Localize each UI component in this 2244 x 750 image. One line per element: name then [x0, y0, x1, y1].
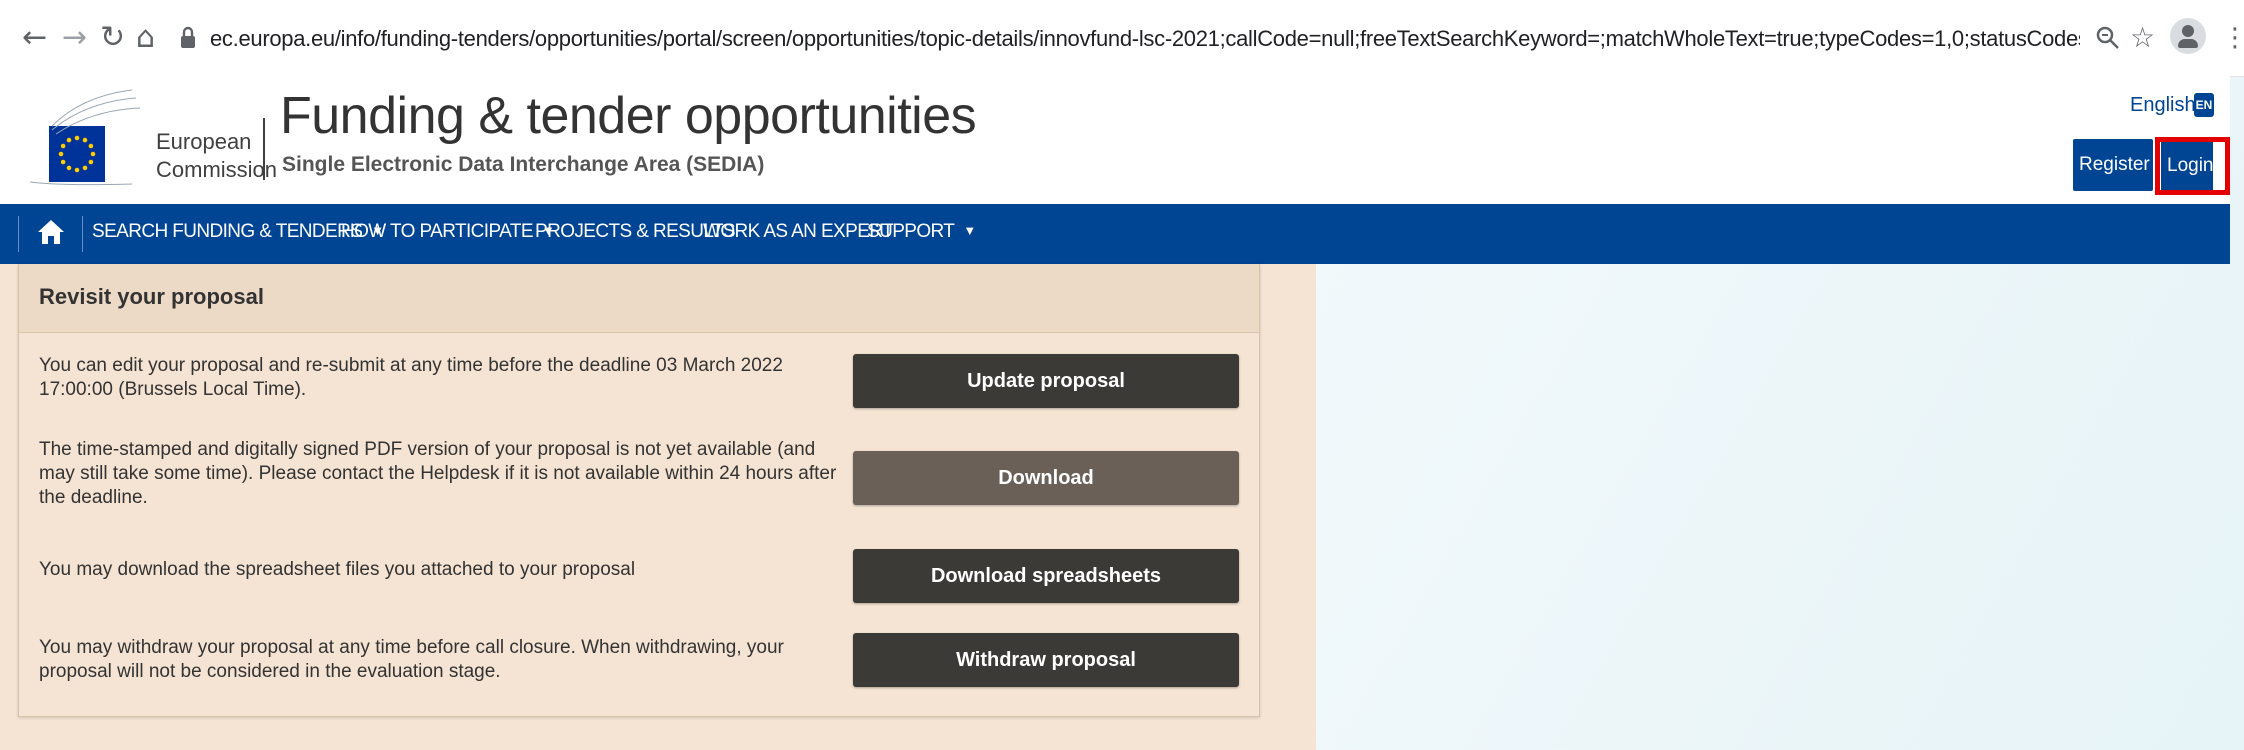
home-icon[interactable]: [36, 218, 66, 246]
nav-item-label: SEARCH FUNDING & TENDERS: [92, 221, 363, 242]
nav-left-divider: [18, 216, 19, 252]
nav-divider: [82, 216, 83, 252]
language-code-badge[interactable]: EN: [2194, 93, 2214, 117]
caret-down-icon: ▼: [963, 223, 976, 238]
header-divider: [263, 118, 265, 180]
portal-subtitle: Single Electronic Data Interchange Area …: [282, 153, 765, 176]
lock-icon[interactable]: [180, 26, 196, 50]
download-spreadsheets-text: You may download the spreadsheet files y…: [39, 559, 636, 580]
withdraw-proposal-button[interactable]: Withdraw proposal: [853, 633, 1239, 687]
login-button[interactable]: Login: [2161, 142, 2214, 190]
nav-search-funding-tenders[interactable]: SEARCH FUNDING & TENDERS ▼: [92, 221, 384, 243]
portal-title[interactable]: Funding & tender opportunities: [280, 86, 977, 146]
nav-item-label: WORK AS AN EXPERT: [703, 221, 894, 242]
commission-logo-lines: [29, 89, 141, 186]
site-header: European Commission Funding & tender opp…: [0, 76, 2230, 204]
kebab-menu-icon[interactable]: ⋮: [2222, 20, 2244, 56]
forward-arrow-icon[interactable]: →: [62, 20, 87, 56]
nav-work-as-expert[interactable]: WORK AS AN EXPERT: [703, 221, 894, 243]
address-bar[interactable]: ec.europa.eu/info/funding-tenders/opport…: [210, 21, 2080, 57]
org-line-2: Commission: [156, 157, 278, 182]
update-proposal-button[interactable]: Update proposal: [853, 354, 1239, 408]
language-selector[interactable]: English: [2130, 94, 2196, 117]
main-navigation: SEARCH FUNDING & TENDERS ▼ HOW TO PARTICI…: [0, 204, 2230, 264]
zoom-icon[interactable]: [2095, 25, 2121, 51]
home-icon[interactable]: ⌂: [136, 20, 155, 56]
nav-item-label: HOW TO PARTICIPATE: [341, 221, 534, 242]
back-arrow-icon[interactable]: ←: [22, 20, 47, 56]
reload-icon[interactable]: ↻: [100, 20, 125, 56]
panel-title: Revisit your proposal: [39, 284, 264, 309]
download-button[interactable]: Download: [853, 451, 1239, 505]
nav-support[interactable]: SUPPORT ▼: [867, 221, 976, 243]
download-spreadsheets-button[interactable]: Download spreadsheets: [853, 549, 1239, 603]
profile-icon[interactable]: [2170, 18, 2206, 54]
browser-toolbar: ← → ↻ ⌂ ec.europa.eu/info/funding-tender…: [0, 0, 2244, 77]
org-line-1: European: [156, 129, 252, 154]
withdraw-proposal-text: You may withdraw your proposal at any ti…: [39, 637, 784, 682]
nav-how-to-participate[interactable]: HOW TO PARTICIPATE ▼: [341, 221, 555, 243]
star-icon[interactable]: ☆: [2130, 20, 2155, 56]
download-pdf-text: The time-stamped and digitally signed PD…: [39, 439, 837, 508]
panel-header: Revisit your proposal: [19, 264, 1259, 333]
register-button[interactable]: Register: [2073, 139, 2153, 191]
nav-item-label: SUPPORT: [867, 221, 955, 242]
update-proposal-text: You can edit your proposal and re-submit…: [39, 355, 783, 400]
org-name: European Commission: [156, 128, 277, 184]
revisit-proposal-panel: Revisit your proposal You can edit your …: [18, 264, 1260, 717]
